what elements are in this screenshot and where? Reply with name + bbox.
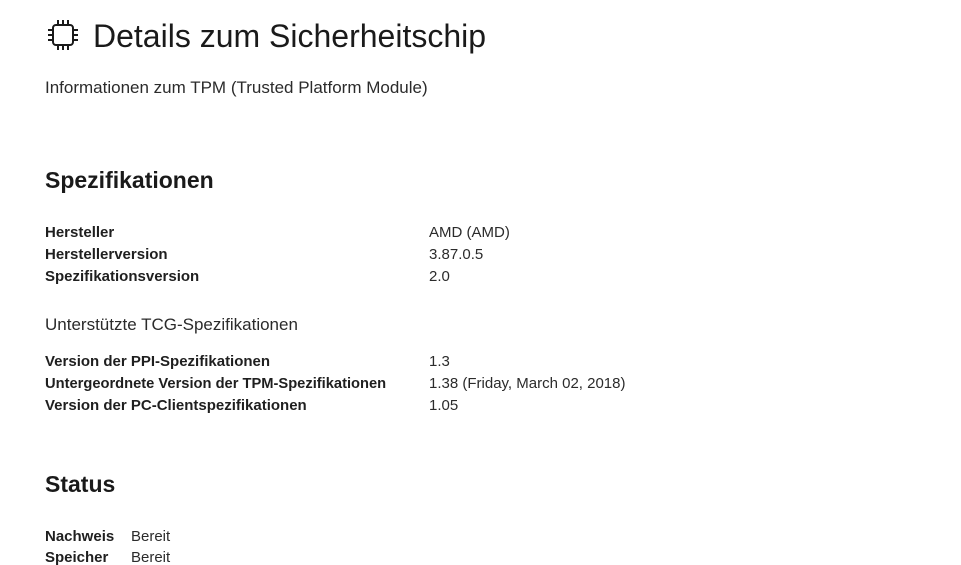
specification-version-label: Spezifikationsversion (45, 268, 200, 285)
attestation-label: Nachweis (45, 528, 115, 545)
tpm-sub-version-label: Untergeordnete Version der TPM-Spezifika… (45, 376, 387, 392)
chip-icon (46, 18, 80, 52)
attestation-value: Bereit (131, 528, 171, 545)
manufacturer-value: AMD (AMD) (429, 224, 510, 241)
manufacturer-version-value: 3.87.0.5 (429, 246, 484, 263)
manufacturer-label: Hersteller (45, 224, 115, 241)
pc-client-version-value: 1.05 (429, 397, 459, 414)
pc-client-version-label: Version der PC-Clientspezifikationen (45, 397, 307, 414)
page-title: Details zum Sicherheitschip (93, 18, 487, 54)
specifications-heading: Spezifikationen (45, 167, 214, 193)
ppi-version-label: Version der PPI-Spezifikationen (45, 353, 271, 370)
ppi-version-value: 1.3 (429, 353, 450, 370)
tcg-heading: Unterstützte TCG-Spezifikationen (45, 315, 298, 334)
manufacturer-version-label: Herstellerversion (45, 246, 168, 263)
storage-value: Bereit (131, 549, 171, 565)
storage-label: Speicher (45, 549, 109, 565)
page-subtitle: Informationen zum TPM (Trusted Platform … (45, 78, 428, 97)
tpm-sub-version-value: 1.38 (Friday, March 02, 2018) (429, 375, 626, 392)
specification-version-value: 2.0 (429, 268, 450, 285)
status-heading: Status (45, 471, 116, 497)
